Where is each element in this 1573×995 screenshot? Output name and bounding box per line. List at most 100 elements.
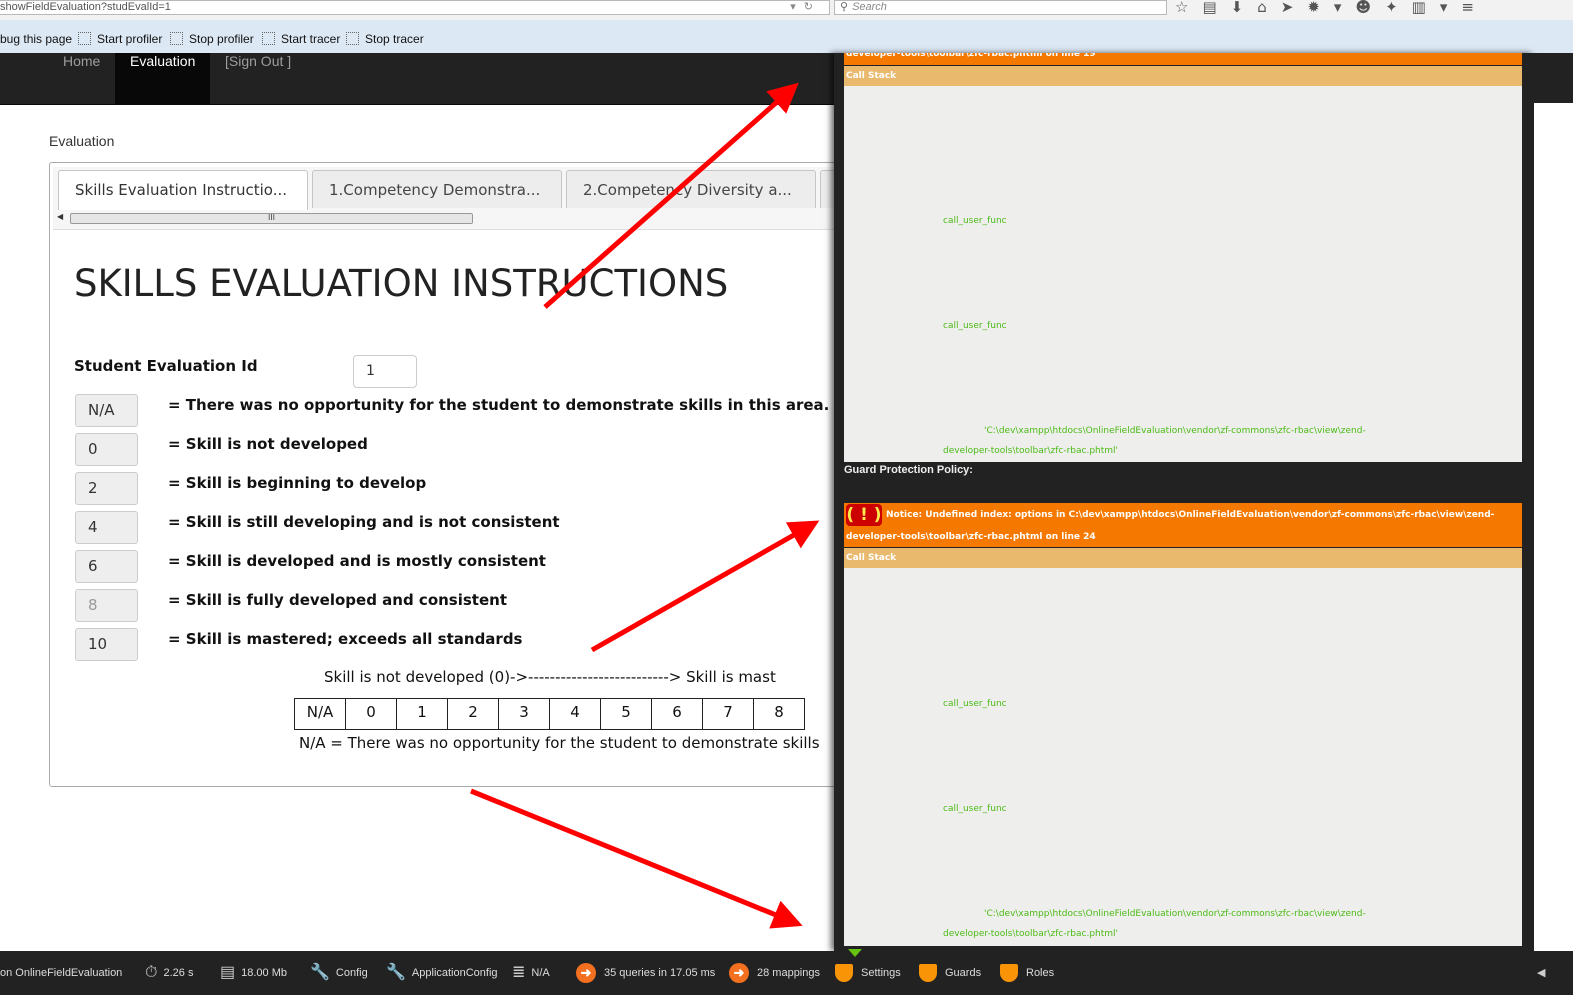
file-path-cont: developer-tools\toolbar\zfc-rbac.phtml' xyxy=(943,446,1119,456)
tab-skills-evaluation-instructions[interactable]: Skills Evaluation Instructio... xyxy=(58,170,308,210)
table-cell: N/A xyxy=(294,698,346,730)
scale-desc-8: = Skill is fully developed and consisten… xyxy=(168,591,508,609)
doctrine-icon: ➜ xyxy=(576,963,596,984)
scale-desc-6: = Skill is developed and is mostly consi… xyxy=(168,552,546,570)
scale-code-10: 10 xyxy=(75,628,138,661)
wrench-icon: 🔧 xyxy=(386,964,406,982)
scale-code-6: 6 xyxy=(75,550,138,583)
scale-desc-2: = Skill is beginning to develop xyxy=(168,474,427,492)
notice-line-1: ( ! ) Notice: Undefined index: options in… xyxy=(846,503,1522,527)
developer-tools-panel[interactable]: developer-tools\toolbar\zfc-rbac.phtml o… xyxy=(834,53,1534,951)
toolbar-time[interactable]: ⏱ 2.26 s xyxy=(145,951,193,995)
function-name: call_user_func xyxy=(943,321,1007,331)
shield-icon xyxy=(835,964,853,983)
tab-scrollbar[interactable]: ◀ III xyxy=(57,211,473,225)
table-cell: 2 xyxy=(447,698,499,730)
call-stack-header-1[interactable]: Call Stack xyxy=(844,66,1522,86)
toolbar-mappings[interactable]: ➜ 28 mappings xyxy=(729,951,820,995)
scale-desc-0: = Skill is not developed xyxy=(168,435,368,453)
doctrine-icon: ➜ xyxy=(729,963,749,984)
scale-table: N/A 0 1 2 3 4 5 6 7 8 xyxy=(294,698,805,730)
config-label: Config xyxy=(335,967,368,979)
navbar-edge xyxy=(1534,53,1573,103)
extension-icon[interactable]: ✦ xyxy=(1385,0,1398,16)
queries-value: 35 queries in 17.05 ms xyxy=(604,967,716,979)
call-stack-header-2[interactable]: Call Stack xyxy=(844,548,1522,568)
app-config-label: ApplicationConfig xyxy=(411,967,498,979)
db-value: N/A xyxy=(531,967,550,979)
download-icon[interactable]: ⬇ xyxy=(1231,0,1244,16)
eval-id-field[interactable]: 1 xyxy=(353,355,417,388)
table-cell: 6 xyxy=(651,698,703,730)
notice-banner-2: ( ! ) Notice: Undefined index: options in… xyxy=(844,503,1522,547)
page-icon xyxy=(346,32,359,45)
chat-icon[interactable]: ☻ xyxy=(1355,0,1371,16)
scale-code-8: 8 xyxy=(75,589,138,622)
toolbar-config[interactable]: 🔧 Config xyxy=(310,951,368,995)
menu-icon[interactable]: ≡ xyxy=(1461,0,1474,16)
call-stack-body-2: call_user_func call_user_func 'C:\dev\xa… xyxy=(844,568,1522,946)
tab-competency-demonstration[interactable]: 1.Competency Demonstra... xyxy=(312,170,562,208)
memory-icon: ▤ xyxy=(220,964,236,982)
reload-icon[interactable]: ▾↻ xyxy=(790,1,821,14)
eval-id-label: Student Evaluation Id xyxy=(74,357,258,375)
scroll-left-icon[interactable]: ◀ xyxy=(57,212,63,221)
toolbar-queries[interactable]: ➜ 35 queries in 17.05 ms xyxy=(576,951,715,995)
shield-icon xyxy=(919,964,937,983)
tab-competency-diversity[interactable]: 2.Competency Diversity a... xyxy=(566,170,816,208)
scale-code-0: 0 xyxy=(75,433,138,466)
right-page-edge xyxy=(1534,53,1573,951)
browser-nav-icons: ☆ ▤ ⬇ ⌂ ➤ ✹ ▾ ☻ ✦ ▥ ▾ ≡ xyxy=(1175,0,1474,16)
reading-list-icon[interactable]: ▤ xyxy=(1202,0,1216,16)
scrollbar-thumb[interactable]: III xyxy=(70,213,473,224)
wrench-icon: 🔧 xyxy=(310,964,330,982)
warning-icon: ( ! ) xyxy=(846,503,882,526)
time-value: 2.26 s xyxy=(163,967,194,979)
search-input[interactable]: ⚲ Search xyxy=(834,0,1167,15)
search-placeholder: Search xyxy=(852,1,887,13)
browser-toolbar: showFieldEvaluation?studEvalId=1 ▾↻ ⚲ Sea… xyxy=(0,0,1573,20)
database-icon: ≣ xyxy=(512,964,526,982)
nav-sign-out[interactable]: [Sign Out ] xyxy=(210,53,306,104)
mappings-value: 28 mappings xyxy=(757,967,820,979)
toolbar-application-config[interactable]: 🔧 ApplicationConfig xyxy=(386,951,498,995)
scale-desc-4: = Skill is still developing and is not c… xyxy=(168,513,560,531)
function-name: call_user_func xyxy=(943,216,1007,226)
chevron-down-icon[interactable]: ▾ xyxy=(1334,0,1342,16)
function-name: call_user_func xyxy=(943,804,1007,814)
nav-evaluation[interactable]: Evaluation xyxy=(115,53,211,104)
tab-strip: Skills Evaluation Instructio... 1.Compet… xyxy=(53,167,860,230)
clipboard-icon[interactable]: ▥ xyxy=(1412,0,1426,16)
guard-protection-heading: Guard Protection Policy: xyxy=(844,464,973,476)
bookmark-star-icon[interactable]: ☆ xyxy=(1175,0,1188,16)
table-cell: 3 xyxy=(498,698,550,730)
stop-profiler-label: Stop profiler xyxy=(189,32,254,46)
notice-banner-1: developer-tools\toolbar\zfc-rbac.phtml o… xyxy=(844,53,1522,65)
address-bar[interactable]: showFieldEvaluation?studEvalId=1 ▾↻ xyxy=(0,0,830,15)
firebug-icon[interactable]: ✹ xyxy=(1307,0,1320,16)
page-icon xyxy=(78,32,91,45)
guards-label: Guards xyxy=(945,967,982,979)
table-cell: 7 xyxy=(702,698,754,730)
nav-home[interactable]: Home xyxy=(49,53,114,104)
toolbar-roles[interactable]: Roles xyxy=(1000,951,1054,995)
scale-desc-10: = Skill is mastered; exceeds all standar… xyxy=(168,630,523,648)
profiler-bookmarks-bar: bug this page Start profiler Stop profil… xyxy=(0,20,1573,53)
send-icon[interactable]: ➤ xyxy=(1281,0,1294,16)
notice-line-2: developer-tools\toolbar\zfc-rbac.phtml o… xyxy=(846,532,1096,542)
toolbar-settings[interactable]: Settings xyxy=(835,951,901,995)
settings-label: Settings xyxy=(861,967,901,979)
toolbar-database[interactable]: ≣ N/A xyxy=(512,951,550,995)
home-icon[interactable]: ⌂ xyxy=(1257,0,1267,16)
roles-label: Roles xyxy=(1026,967,1055,979)
table-cell: 5 xyxy=(600,698,652,730)
collapse-toolbar-icon[interactable]: ◀ xyxy=(1537,951,1545,995)
toolbar-memory[interactable]: ▤ 18.00 Mb xyxy=(220,951,287,995)
shield-icon xyxy=(1000,964,1018,983)
toolbar-app-name[interactable]: on OnlineFieldEvaluation xyxy=(0,951,122,995)
toolbar-guards[interactable]: Guards xyxy=(919,951,981,995)
file-path: 'C:\dev\xampp\htdocs\OnlineFieldEvaluati… xyxy=(984,426,1366,436)
range-caption: Skill is not developed (0)->------------… xyxy=(324,668,776,686)
notice-text-1: Notice: Undefined index: options in C:\d… xyxy=(886,510,1495,520)
chevron-down-icon-2[interactable]: ▾ xyxy=(1440,0,1448,16)
